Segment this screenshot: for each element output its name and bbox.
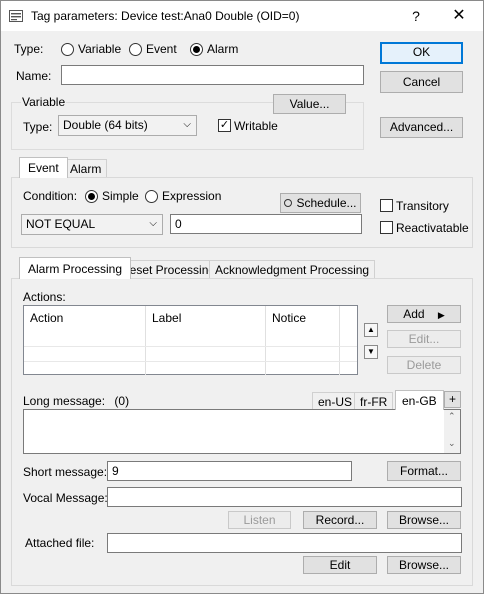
tab-event[interactable]: Event	[19, 157, 68, 178]
condition-expression-label: Expression	[162, 189, 222, 203]
condition-expression-radio[interactable]	[145, 190, 158, 203]
actions-row-divider	[24, 361, 357, 362]
type-event-label: Event	[146, 42, 177, 56]
reactivatable-checkbox[interactable]	[380, 221, 393, 234]
actions-col-label[interactable]: Label	[146, 306, 266, 375]
variable-type-label: Type:	[23, 120, 53, 134]
short-message-input[interactable]: 9	[107, 461, 352, 481]
long-message-count: (0)	[114, 394, 130, 408]
transitory-checkbox[interactable]	[380, 199, 393, 212]
compare-value-input[interactable]: 0	[170, 214, 362, 234]
add-action-label: Add	[403, 307, 425, 321]
tag-window-icon	[9, 10, 23, 22]
long-message-label-text: Long message:	[23, 394, 106, 408]
tag-parameters-dialog: Tag parameters: Device test:Ana0 Double …	[0, 0, 484, 594]
title-bar: Tag parameters: Device test:Ana0 Double …	[1, 1, 483, 31]
type-alarm-radio[interactable]	[190, 43, 203, 56]
transitory-label: Transitory	[396, 199, 449, 213]
schedule-button[interactable]: Schedule...	[280, 193, 361, 213]
long-message-textarea[interactable]	[23, 409, 461, 454]
tab-alarm-processing[interactable]: Alarm Processing	[19, 257, 132, 279]
chevron-down-icon[interactable]: ⌄	[448, 438, 456, 449]
condition-simple-label: Simple	[102, 189, 139, 203]
tab-lang-en-us[interactable]: en-US	[312, 392, 359, 409]
record-button[interactable]: Record...	[303, 511, 377, 529]
tab-alarm[interactable]: Alarm	[64, 159, 108, 178]
variable-type-select[interactable]: Double (64 bits) ⌵	[58, 115, 197, 136]
operator-value: NOT EQUAL	[26, 217, 96, 231]
type-event-radio[interactable]	[129, 43, 142, 56]
close-button[interactable]: ✕	[445, 6, 473, 26]
window-title: Tag parameters: Device test:Ana0 Double …	[31, 9, 300, 23]
value-button[interactable]: Value...	[273, 94, 346, 114]
writable-checkbox[interactable]: ✓	[218, 119, 231, 132]
vocal-browse-button[interactable]: Browse...	[387, 511, 461, 529]
attached-file-input[interactable]	[107, 533, 462, 553]
actions-col-notice[interactable]: Notice	[266, 306, 340, 375]
chevron-down-icon: ⌵	[149, 218, 157, 229]
move-up-button[interactable]: ▲	[364, 323, 378, 337]
type-label: Type:	[14, 42, 44, 56]
tab-lang-fr-fr[interactable]: fr-FR	[354, 392, 394, 409]
condition-label: Condition:	[23, 189, 78, 203]
edit-action-button[interactable]: Edit...	[387, 330, 461, 348]
variable-group-title: Variable	[21, 95, 67, 109]
vocal-message-label: Vocal Message:	[23, 491, 108, 505]
long-message-scrollbar[interactable]: ⌃ ⌄	[444, 410, 460, 453]
vocal-message-input[interactable]	[107, 487, 462, 507]
caret-right-icon: ▶	[437, 310, 445, 320]
operator-select[interactable]: NOT EQUAL ⌵	[21, 214, 163, 235]
advanced-button[interactable]: Advanced...	[380, 117, 463, 138]
chevron-up-icon[interactable]: ⌃	[448, 411, 456, 422]
actions-label: Actions:	[23, 290, 66, 304]
long-message-label: Long message: (0)	[23, 394, 129, 408]
cancel-button[interactable]: Cancel	[380, 71, 463, 93]
schedule-label: Schedule...	[296, 196, 357, 210]
short-message-label: Short message:	[23, 465, 108, 479]
condition-simple-radio[interactable]	[85, 190, 98, 203]
add-language-button[interactable]: +	[444, 391, 461, 408]
writable-label: Writable	[234, 119, 278, 133]
name-label: Name:	[16, 69, 52, 83]
reactivatable-label: Reactivatable	[396, 221, 469, 235]
name-input[interactable]	[61, 65, 364, 85]
actions-col-action[interactable]: Action	[24, 306, 146, 375]
schedule-icon	[284, 199, 293, 207]
add-action-button[interactable]: Add ▶	[387, 305, 461, 323]
delete-action-button[interactable]: Delete	[387, 356, 461, 374]
format-button[interactable]: Format...	[387, 461, 461, 481]
variable-type-value: Double (64 bits)	[63, 118, 148, 132]
attached-edit-button[interactable]: Edit	[303, 556, 377, 574]
listen-button[interactable]: Listen	[228, 511, 291, 529]
tab-lang-en-gb[interactable]: en-GB	[395, 390, 444, 410]
type-variable-radio[interactable]	[61, 43, 74, 56]
attached-browse-button[interactable]: Browse...	[387, 556, 461, 574]
type-variable-label: Variable	[78, 42, 122, 56]
move-down-button[interactable]: ▼	[364, 345, 378, 359]
actions-row-divider	[24, 346, 357, 347]
type-alarm-label: Alarm	[207, 42, 239, 56]
ok-button[interactable]: OK	[380, 42, 463, 64]
attached-file-label: Attached file:	[25, 536, 95, 550]
actions-table[interactable]: Action Label Notice	[23, 305, 358, 375]
help-button[interactable]: ?	[405, 6, 427, 26]
tab-acknowledgment-processing[interactable]: Acknowledgment Processing	[209, 260, 376, 279]
chevron-down-icon: ⌵	[183, 119, 191, 130]
